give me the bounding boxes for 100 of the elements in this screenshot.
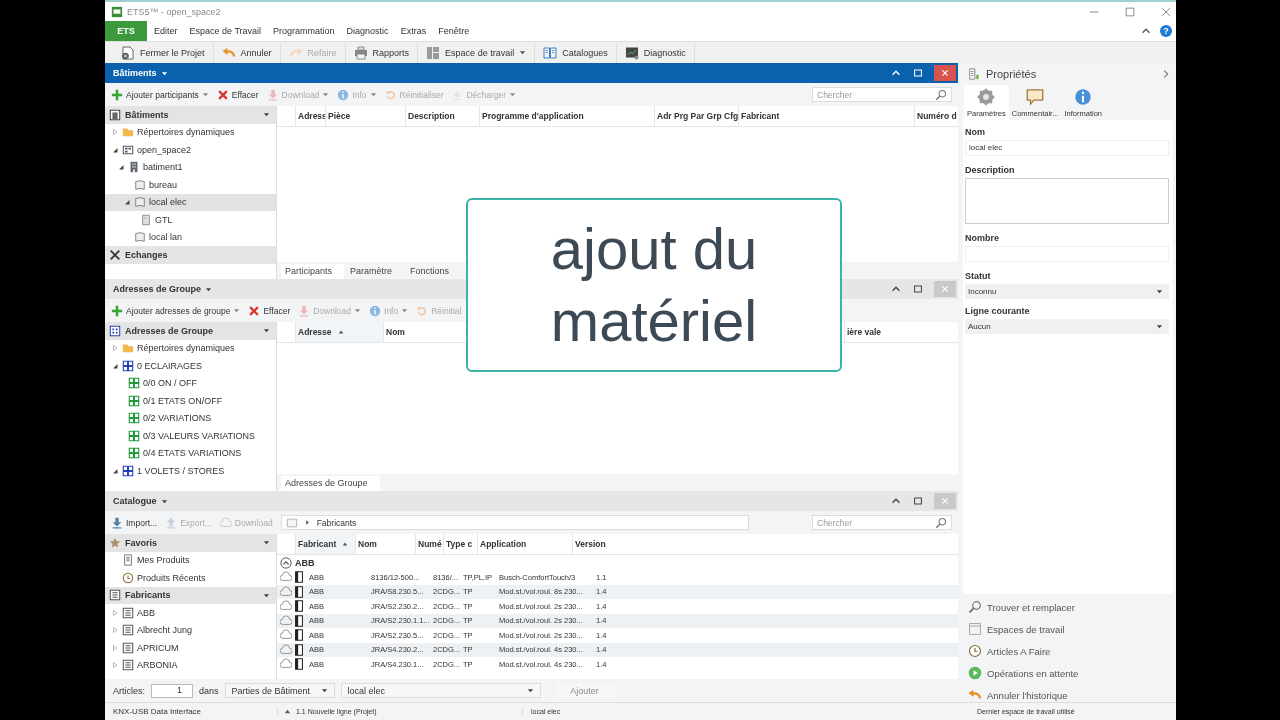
tree-item[interactable]: 0/0 ON / OFF bbox=[105, 374, 276, 392]
tab[interactable]: Participants bbox=[281, 264, 345, 279]
panel-link[interactable]: Annuler l'historique bbox=[968, 688, 1176, 702]
tree-item[interactable]: ABB bbox=[105, 604, 276, 622]
tree-item[interactable]: Produits Récents bbox=[105, 569, 276, 587]
tree-item[interactable]: local lan bbox=[105, 228, 276, 246]
tree-item[interactable]: 0/4 ETATS VARIATIONS bbox=[105, 444, 276, 462]
toolbar-button[interactable]: Ajouter adresses de groupe bbox=[111, 304, 241, 317]
clock-icon bbox=[122, 571, 134, 584]
expander-icon[interactable] bbox=[111, 361, 119, 370]
tree-item[interactable]: 1 VOLETS / STORES bbox=[105, 462, 276, 480]
tree-item[interactable]: Répertoires dynamiques bbox=[105, 339, 276, 357]
toolbar-button[interactable]: Ajouter participants bbox=[111, 88, 209, 101]
column-header[interactable]: Version bbox=[572, 534, 632, 554]
maximize-button[interactable] bbox=[912, 495, 924, 507]
column-header[interactable]: Pièce bbox=[325, 106, 405, 126]
column-header[interactable]: Fabricant bbox=[738, 106, 914, 126]
panel-link[interactable]: Opérations en attente bbox=[968, 666, 1176, 680]
menu-item[interactable]: Espace de Travail bbox=[184, 21, 267, 42]
tree-item[interactable]: ARBONIA bbox=[105, 656, 276, 674]
section-header[interactable]: Bâtiments bbox=[105, 106, 276, 124]
expander-icon[interactable] bbox=[111, 466, 119, 475]
tab[interactable]: Paramètre bbox=[346, 264, 405, 279]
upload-icon bbox=[165, 516, 178, 529]
menu-item[interactable]: ETS bbox=[105, 21, 147, 42]
toolbar-button[interactable]: Catalogues bbox=[535, 42, 617, 63]
tree-item[interactable]: Répertoires dynamiques bbox=[105, 123, 276, 141]
group-header[interactable]: ABB bbox=[277, 555, 958, 570]
download-icon bbox=[266, 88, 279, 101]
sort-arrow-icon bbox=[342, 541, 349, 547]
count-field[interactable]: 1 bbox=[151, 683, 193, 698]
caret-up-icon[interactable] bbox=[284, 708, 291, 715]
toolbar-button[interactable]: Espace de travail bbox=[418, 42, 536, 63]
column-header[interactable]: Description bbox=[405, 106, 479, 126]
maximize-button[interactable] bbox=[912, 283, 924, 295]
dropdown[interactable]: Aucun bbox=[965, 318, 1169, 334]
section-header[interactable]: Adresses de Groupe bbox=[105, 322, 276, 340]
toolbar-button[interactable]: Annuler bbox=[213, 42, 281, 63]
toolbar-button[interactable]: Rapports bbox=[345, 42, 419, 63]
column-header[interactable]: Numéro d bbox=[914, 106, 958, 126]
column-header[interactable]: ière vale bbox=[844, 322, 958, 342]
tree-item[interactable]: 0/1 ETATS ON/OFF bbox=[105, 392, 276, 410]
tree-item[interactable]: batiment1 bbox=[105, 158, 276, 176]
cabinet-icon bbox=[140, 213, 152, 226]
column-header[interactable]: Programme d'application bbox=[479, 106, 654, 126]
tab[interactable]: Adresses de Groupe bbox=[281, 476, 380, 491]
tree-item[interactable]: APRICUM bbox=[105, 639, 276, 657]
tab[interactable]: Fonctions bbox=[406, 264, 462, 279]
text-field[interactable]: local elec bbox=[965, 139, 1169, 156]
toolbar-button[interactable]: Fermer le Projet bbox=[113, 42, 214, 63]
device-icon bbox=[293, 600, 305, 613]
grid-icon bbox=[109, 324, 121, 337]
toolbar-button[interactable]: Diagnostic bbox=[616, 42, 695, 63]
panel-link[interactable]: Espaces de travail bbox=[968, 622, 1176, 636]
toolbar-button[interactable]: Import... bbox=[111, 516, 158, 529]
panel-title[interactable]: Catalogue bbox=[113, 496, 157, 506]
column-header[interactable]: Adresse bbox=[295, 322, 383, 342]
panel-link[interactable]: Articles A Faire bbox=[968, 644, 1176, 658]
panel-title[interactable]: Bâtiments bbox=[113, 68, 157, 78]
tree-item[interactable]: local elec bbox=[105, 193, 276, 211]
tree-item[interactable]: open_space2 bbox=[105, 141, 276, 159]
menu-item[interactable]: Diagnostic bbox=[341, 21, 394, 42]
expander-icon[interactable] bbox=[111, 145, 119, 154]
toolbar-button[interactable]: Effacer bbox=[248, 304, 291, 317]
panel-title[interactable]: Adresses de Groupe bbox=[113, 284, 202, 294]
close-button[interactable] bbox=[1160, 5, 1172, 18]
tree-item[interactable]: 0/2 VARIATIONS bbox=[105, 409, 276, 427]
menu-item[interactable]: Editer bbox=[149, 21, 183, 42]
scope-dropdown[interactable]: Parties de Bâtiment bbox=[224, 683, 335, 698]
section-header[interactable]: Echanges bbox=[105, 246, 276, 264]
section-header[interactable]: Favoris bbox=[105, 534, 276, 552]
maximize-button[interactable] bbox=[912, 67, 924, 79]
panel-link[interactable]: Trouver et remplacer bbox=[968, 600, 1176, 614]
tree-item[interactable]: Mes Produits bbox=[105, 551, 276, 569]
column-header[interactable]: Numé bbox=[415, 534, 443, 554]
breadcrumb-field[interactable]: Fabricants bbox=[280, 515, 749, 530]
help-button[interactable]: ? bbox=[1160, 25, 1172, 38]
menu-item[interactable]: Programmation bbox=[268, 21, 340, 42]
menu-item[interactable]: Extras bbox=[395, 21, 432, 42]
section-header[interactable]: Fabricants bbox=[105, 586, 276, 604]
target-dropdown[interactable]: local elec bbox=[340, 683, 541, 698]
menu-item[interactable]: Fenêtre bbox=[433, 21, 475, 42]
clock-icon bbox=[968, 644, 982, 658]
close-button[interactable] bbox=[934, 65, 956, 81]
expander-icon[interactable] bbox=[123, 198, 131, 207]
toolbar-button[interactable]: Effacer bbox=[216, 88, 259, 101]
tree-item[interactable]: 0 ECLAIRAGES bbox=[105, 357, 276, 375]
tree-item[interactable]: Albrecht Jung bbox=[105, 621, 276, 639]
expander-icon[interactable] bbox=[117, 163, 125, 172]
column-header[interactable]: Type c bbox=[443, 534, 477, 554]
tree-item[interactable]: GTL bbox=[105, 211, 276, 229]
breadcrumb-item[interactable]: Fabricants bbox=[316, 517, 357, 528]
column-header[interactable]: Application bbox=[477, 534, 572, 554]
column-header[interactable]: Fabricant bbox=[295, 534, 355, 554]
tree-item[interactable]: 0/3 VALEURS VARIATIONS bbox=[105, 427, 276, 445]
tree-item[interactable]: bureau bbox=[105, 176, 276, 194]
column-header[interactable]: Adr Prg Par Grp Cfg bbox=[654, 106, 738, 126]
room-icon bbox=[134, 231, 146, 244]
dropdown[interactable]: Inconnu bbox=[965, 283, 1169, 299]
column-header[interactable]: Nom bbox=[355, 534, 415, 554]
